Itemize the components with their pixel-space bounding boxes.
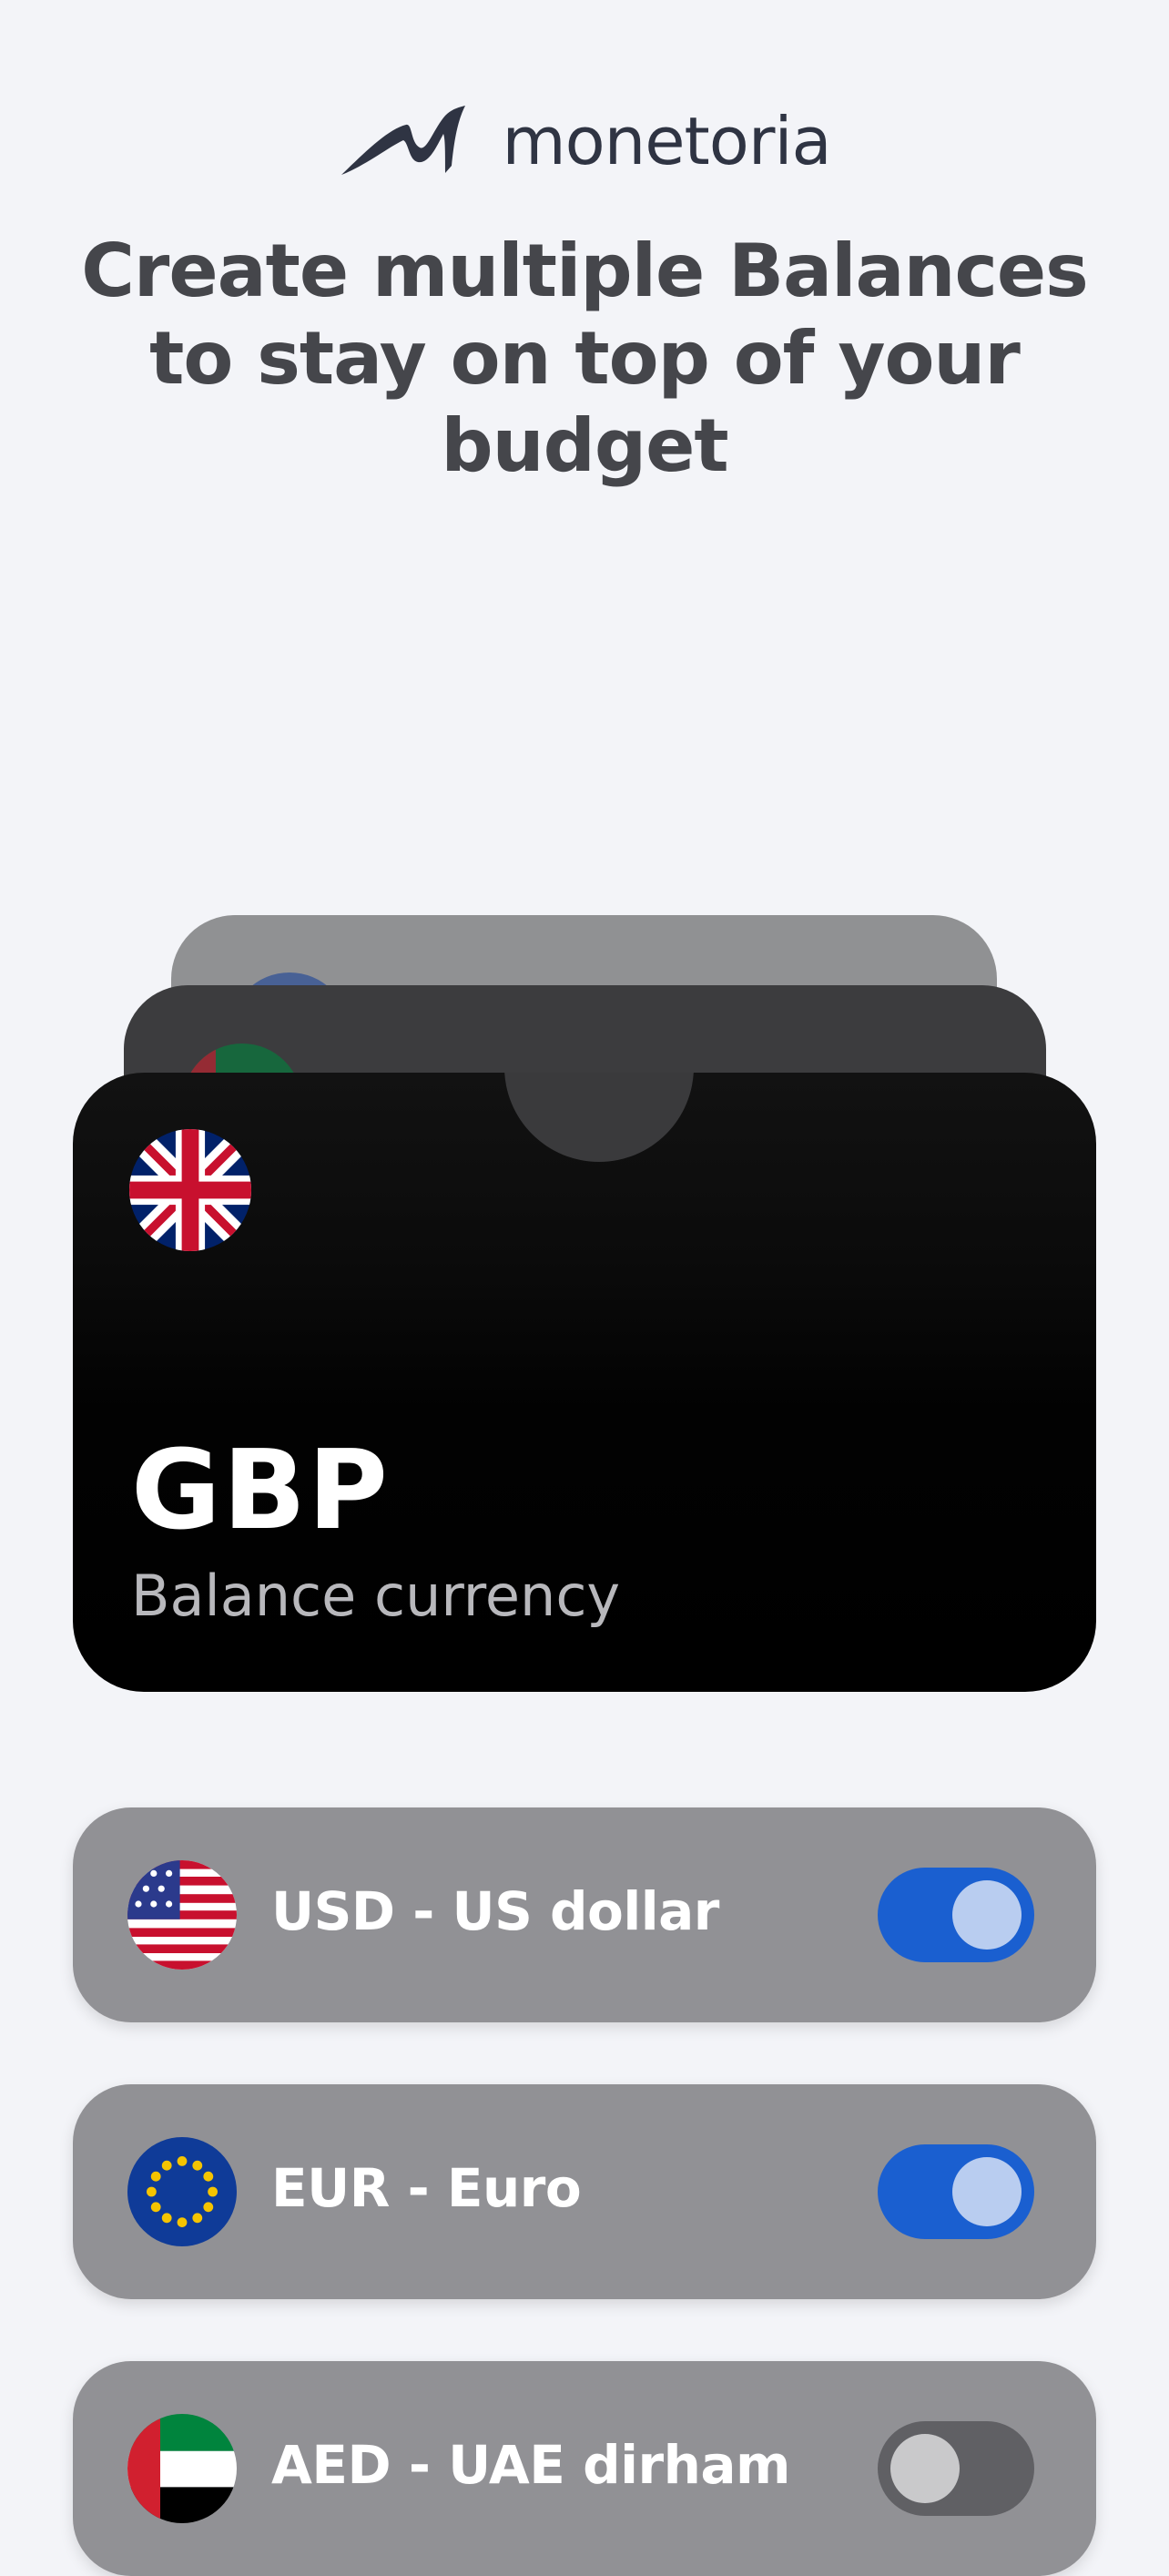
eu-flag-icon (127, 2137, 237, 2246)
currency-label: AED - UAE dirham (271, 2434, 791, 2496)
balance-currency-code: GBP (131, 1428, 390, 1554)
currency-label: EUR - Euro (271, 2157, 582, 2219)
logo-text: monetoria (502, 103, 831, 179)
currency-row-eur[interactable]: EUR - Euro (73, 2084, 1096, 2299)
currency-row-aed[interactable]: AED - UAE dirham (73, 2361, 1096, 2576)
eur-toggle[interactable] (878, 2144, 1034, 2239)
aed-toggle[interactable] (878, 2421, 1034, 2516)
toggle-knob (952, 2157, 1022, 2226)
card-notch (504, 1073, 694, 1162)
usd-toggle[interactable] (878, 1868, 1034, 1962)
toggle-knob (952, 1880, 1022, 1950)
app-logo: monetoria (0, 102, 1169, 180)
us-flag-icon (127, 1860, 237, 1970)
currency-row-usd[interactable]: USD - US dollar (73, 1807, 1096, 2022)
monetoria-logo-icon (341, 106, 466, 175)
page-headline: Create multiple Balances to stay on top … (81, 229, 1089, 488)
balance-currency-label: Balance currency (131, 1563, 621, 1629)
ae-flag-icon (127, 2414, 237, 2523)
currency-label: USD - US dollar (271, 1880, 719, 1942)
toggle-knob (890, 2434, 960, 2503)
gb-flag-icon (129, 1129, 251, 1251)
